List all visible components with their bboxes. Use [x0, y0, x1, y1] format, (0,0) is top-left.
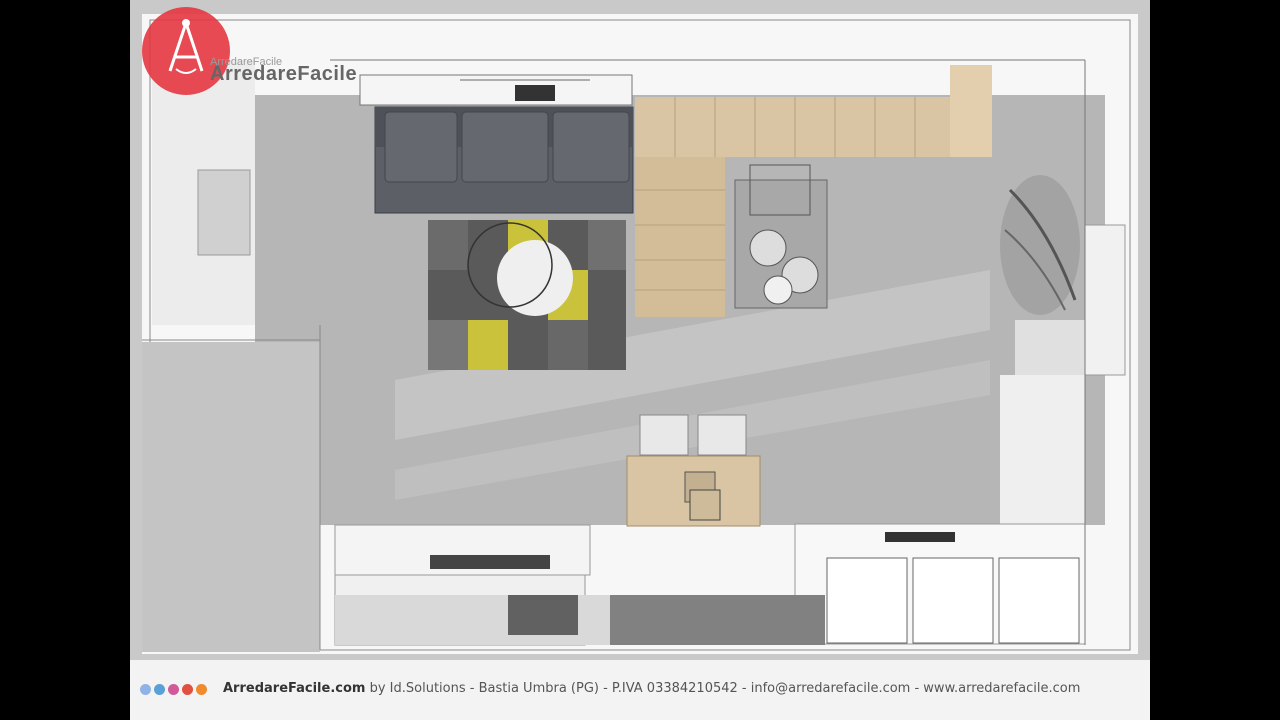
floor-plan-render [142, 14, 1138, 654]
footer-bar: ArredareFacile.com by Id.Solutions - Bas… [130, 660, 1150, 720]
footer-dot [140, 684, 151, 695]
rug [428, 220, 626, 370]
logo-text: ArredareFacile [210, 63, 358, 85]
footer-credits: ArredareFacile.com by Id.Solutions - Bas… [223, 681, 1080, 696]
footer-dot [154, 684, 165, 695]
footer-brand-link[interactable]: ArredareFacile.com [223, 681, 365, 696]
video-frame: ArredareFacile ArredareFacile ArredareFa… [130, 0, 1150, 720]
sofa [374, 106, 634, 214]
entrance-area [142, 342, 320, 652]
kitchen-counter [794, 523, 1086, 645]
footer-dot [168, 684, 179, 695]
window [197, 169, 251, 256]
plant [1000, 175, 1080, 315]
footer-dot [182, 684, 193, 695]
footer-dots [140, 684, 207, 695]
cooktop [734, 164, 828, 309]
tv-console [359, 74, 633, 106]
footer-info: by Id.Solutions - Bastia Umbra (PG) - P.… [365, 681, 1081, 696]
brand-logo [140, 5, 232, 101]
footer-dot [196, 684, 207, 695]
